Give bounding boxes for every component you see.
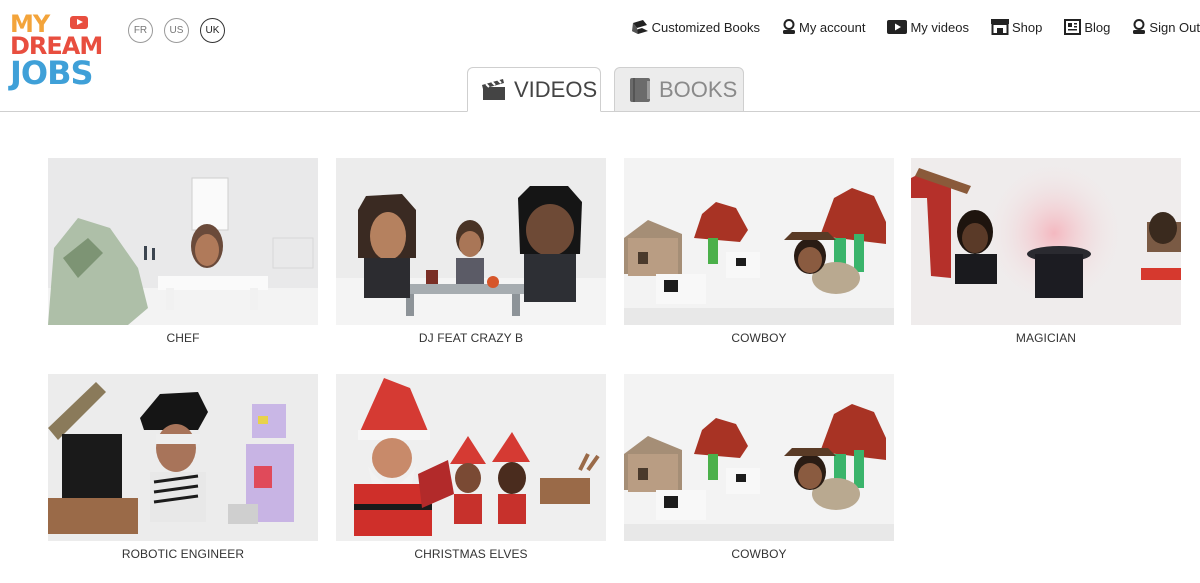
clapperboard-icon	[482, 78, 505, 100]
user-icon	[1133, 19, 1146, 34]
nav-sign-out[interactable]: Sign Out	[1132, 19, 1200, 35]
video-card[interactable]: CHRISTMAS ELVES	[336, 374, 606, 561]
logo-play-icon	[70, 16, 88, 29]
nav-blog-label: Blog	[1084, 19, 1111, 35]
user-icon	[782, 19, 795, 34]
video-title: DJ FEAT CRAZY B	[418, 331, 524, 345]
nav-customized-books[interactable]: Customized Books	[631, 19, 760, 35]
video-thumbnail-cowboy[interactable]	[624, 158, 894, 325]
language-selector: FR US UK	[128, 18, 225, 43]
tab-books[interactable]: BOOKS	[614, 67, 744, 112]
tab-videos-label: VIDEOS	[514, 76, 598, 102]
video-card[interactable]: COWBOY	[624, 374, 894, 561]
shop-icon	[991, 19, 1009, 35]
nav-blog[interactable]: Blog	[1064, 19, 1110, 35]
nav-sign-out-label: Sign Out	[1149, 19, 1200, 35]
nav-my-account-label: My account	[798, 19, 866, 35]
video-thumbnail-christmas-elves[interactable]	[336, 374, 606, 541]
lang-uk-button[interactable]: UK	[200, 18, 225, 43]
newspaper-icon	[1064, 19, 1082, 35]
video-title: COWBOY	[731, 331, 787, 345]
video-title: COWBOY	[731, 547, 787, 561]
video-card[interactable]: ROBOTIC ENGINEER	[48, 374, 318, 561]
lang-fr-button[interactable]: FR	[128, 18, 153, 43]
video-thumbnail-magician[interactable]	[911, 158, 1181, 325]
logo-text-line3: JOBS	[10, 54, 94, 92]
lang-us-button[interactable]: US	[164, 18, 189, 43]
nav-shop[interactable]: Shop	[991, 19, 1042, 35]
video-title: CHEF	[166, 331, 200, 345]
video-card[interactable]: COWBOY	[624, 158, 894, 345]
video-thumbnail-cowboy-2[interactable]	[624, 374, 894, 541]
nav-my-videos-label: My videos	[910, 19, 969, 35]
tab-books-label: BOOKS	[659, 76, 738, 102]
video-thumbnail-robotic-engineer[interactable]	[48, 374, 318, 541]
video-thumbnail-dj[interactable]	[336, 158, 606, 325]
video-card[interactable]: DJ FEAT CRAZY B	[336, 158, 606, 345]
nav-my-account[interactable]: My account	[782, 19, 865, 35]
video-thumbnail-chef[interactable]	[48, 158, 318, 325]
video-title: ROBOTIC ENGINEER	[121, 547, 245, 561]
site-logo[interactable]: MY DREAM JOBS	[10, 10, 103, 92]
nav-my-videos[interactable]: My videos	[887, 20, 969, 35]
book-icon	[630, 77, 650, 102]
video-card[interactable]: MAGICIAN	[911, 158, 1181, 345]
video-title: CHRISTMAS ELVES	[414, 547, 528, 561]
book-icon	[631, 20, 648, 34]
video-title: MAGICIAN	[1015, 331, 1077, 345]
tab-videos[interactable]: VIDEOS	[467, 67, 601, 112]
top-navigation: Customized Books My account My videos Sh…	[609, 19, 1200, 35]
nav-customized-books-label: Customized Books	[651, 19, 760, 35]
video-card[interactable]: CHEF	[48, 158, 318, 345]
nav-shop-label: Shop	[1012, 19, 1043, 35]
video-play-icon	[887, 20, 908, 34]
